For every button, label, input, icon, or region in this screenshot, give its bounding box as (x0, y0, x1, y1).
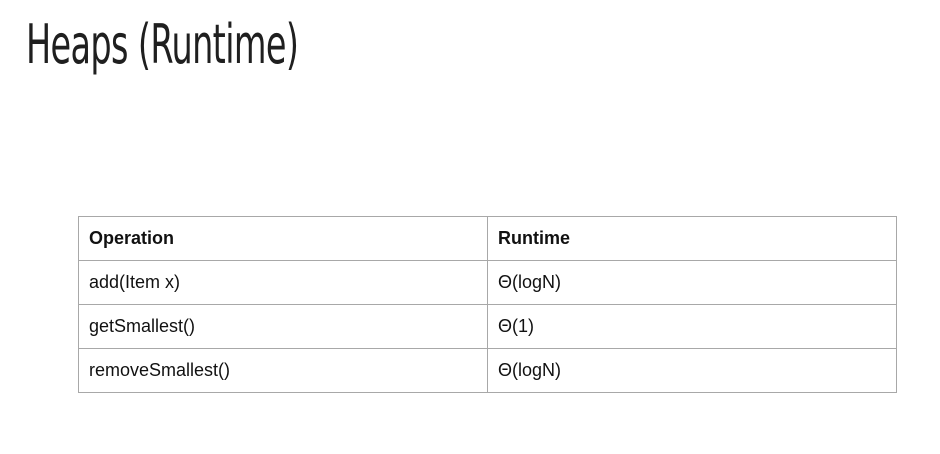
runtime-cell: Θ(logN) (487, 348, 897, 393)
runtime-cell: Θ(1) (487, 304, 897, 349)
runtime-table: Operation Runtime add(Item x) Θ(logN) ge… (78, 216, 897, 393)
runtime-cell: Θ(logN) (487, 260, 897, 305)
operation-cell: removeSmallest() (78, 348, 488, 393)
column-header-runtime: Runtime (487, 216, 897, 261)
table-row: add(Item x) Θ(logN) (78, 260, 897, 305)
table-row: getSmallest() Θ(1) (78, 304, 897, 349)
operation-cell: getSmallest() (78, 304, 488, 349)
table-header-row: Operation Runtime (78, 216, 897, 261)
page-title: Heaps (Runtime) (26, 13, 299, 76)
operation-cell: add(Item x) (78, 260, 488, 305)
table-row: removeSmallest() Θ(logN) (78, 348, 897, 393)
column-header-operation: Operation (78, 216, 488, 261)
